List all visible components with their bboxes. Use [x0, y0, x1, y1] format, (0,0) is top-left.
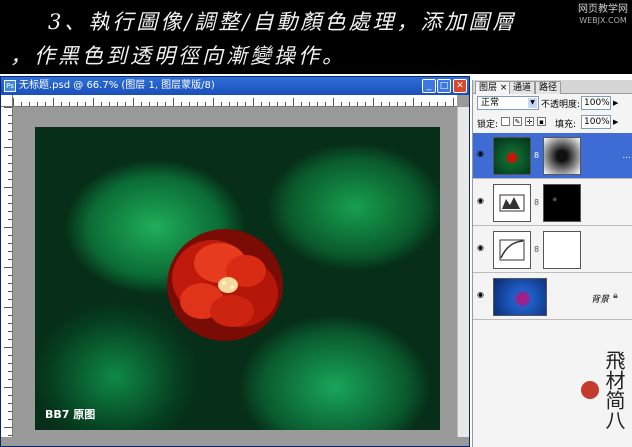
- fill-slider-arrow-icon[interactable]: ▶: [613, 118, 618, 126]
- caption-line-1: 3、執行圖像/調整/自動顏色處理，添加圖層: [48, 10, 517, 34]
- eye-icon[interactable]: ◉: [477, 291, 487, 299]
- seal-text: 飛材简八: [602, 350, 626, 430]
- vertical-ruler[interactable]: [1, 107, 13, 437]
- lock-label: 锁定:: [477, 120, 499, 130]
- chevron-down-icon[interactable]: ▼: [528, 98, 537, 108]
- eye-icon[interactable]: ◉: [477, 150, 487, 158]
- photoshop-icon: Ps: [4, 80, 16, 92]
- lock-fill-row: 锁定: ✎ ✛ ▪ 填充: 100% ▶: [477, 115, 629, 131]
- background-layer-thumbnail: [493, 278, 547, 316]
- document-window: Ps 无标题.psd @ 66.7% (图层 1, 图层蒙版/8) _ □ ✕ …: [0, 76, 470, 447]
- blend-opacity-row: 正常 ▼ 不透明度: 100% ▶: [477, 96, 629, 112]
- lock-icon: 🔒︎: [613, 291, 618, 301]
- lock-image-icon[interactable]: ✎: [513, 117, 522, 126]
- chain-link-icon[interactable]: 8: [534, 245, 539, 254]
- more-icon: ...: [622, 151, 631, 161]
- layer-row[interactable]: ◉ 8: [473, 180, 632, 226]
- fill-input[interactable]: 100%: [581, 115, 611, 129]
- vertical-scrollbar[interactable]: [457, 107, 469, 437]
- watermark-url: WEBJX.COM: [579, 16, 627, 25]
- curves-adjustment-icon: [493, 231, 531, 269]
- layer-mask-thumbnail[interactable]: [543, 137, 581, 175]
- panel-tabs: 图层 × 通道 路径: [473, 80, 632, 94]
- tab-layers-label: 图层: [479, 83, 498, 93]
- lock-position-icon[interactable]: ✛: [525, 117, 534, 126]
- layer-row[interactable]: ◉ 8: [473, 227, 632, 273]
- layer-row[interactable]: ◉ 背景 🔒︎: [473, 274, 632, 320]
- lock-all-icon[interactable]: ▪: [537, 117, 546, 126]
- close-icon[interactable]: ×: [500, 83, 508, 93]
- blend-mode-value: 正常: [481, 98, 500, 108]
- close-button[interactable]: ✕: [453, 79, 467, 93]
- calligraphy-seal: 飛材简八: [580, 340, 626, 440]
- tab-layers[interactable]: 图层 ×: [475, 81, 512, 94]
- watermark-title: 网页教学网: [578, 4, 628, 15]
- opacity-slider-arrow-icon[interactable]: ▶: [613, 99, 618, 107]
- fill-label: 填充:: [555, 120, 577, 130]
- layer-mask-thumbnail[interactable]: [543, 184, 581, 222]
- blend-mode-select[interactable]: 正常 ▼: [477, 96, 539, 110]
- document-canvas[interactable]: BB7 原图: [35, 127, 440, 430]
- layer-mask-thumbnail[interactable]: [543, 231, 581, 269]
- chain-link-icon[interactable]: 8: [534, 151, 539, 160]
- layer-name: 背景: [591, 295, 610, 305]
- red-flower-image: [167, 229, 283, 341]
- red-stamp-icon: [581, 381, 599, 399]
- canvas-caption: BB7 原图: [45, 408, 96, 421]
- horizontal-ruler[interactable]: [13, 95, 457, 107]
- document-titlebar[interactable]: Ps 无标题.psd @ 66.7% (图层 1, 图层蒙版/8) _ □ ✕: [1, 77, 469, 95]
- opacity-label: 不透明度:: [541, 100, 581, 110]
- maximize-button[interactable]: □: [437, 79, 451, 93]
- chain-link-icon[interactable]: 8: [534, 198, 539, 207]
- tab-paths[interactable]: 路径: [535, 81, 562, 94]
- layer-thumbnail: [493, 137, 531, 175]
- levels-adjustment-icon: [493, 184, 531, 222]
- layer-row[interactable]: ◉ 8 ...: [473, 133, 632, 179]
- minimize-button[interactable]: _: [422, 79, 436, 93]
- site-watermark: 网页教学网 WEBJX.COM: [578, 4, 628, 26]
- caption-banner: 3、執行圖像/調整/自動顏色處理，添加圖層 ，作黑色到透明徑向漸變操作。 网页教…: [0, 0, 632, 74]
- eye-icon[interactable]: ◉: [477, 244, 487, 252]
- caption-line-2: ，作黑色到透明徑向漸變操作。: [10, 44, 346, 68]
- tab-channels[interactable]: 通道: [509, 81, 536, 94]
- lock-transparency-icon[interactable]: [501, 117, 510, 126]
- opacity-input[interactable]: 100%: [581, 96, 611, 110]
- eye-icon[interactable]: ◉: [477, 197, 487, 205]
- ruler-origin[interactable]: [1, 95, 13, 107]
- document-title: 无标题.psd @ 66.7% (图层 1, 图层蒙版/8): [19, 80, 215, 91]
